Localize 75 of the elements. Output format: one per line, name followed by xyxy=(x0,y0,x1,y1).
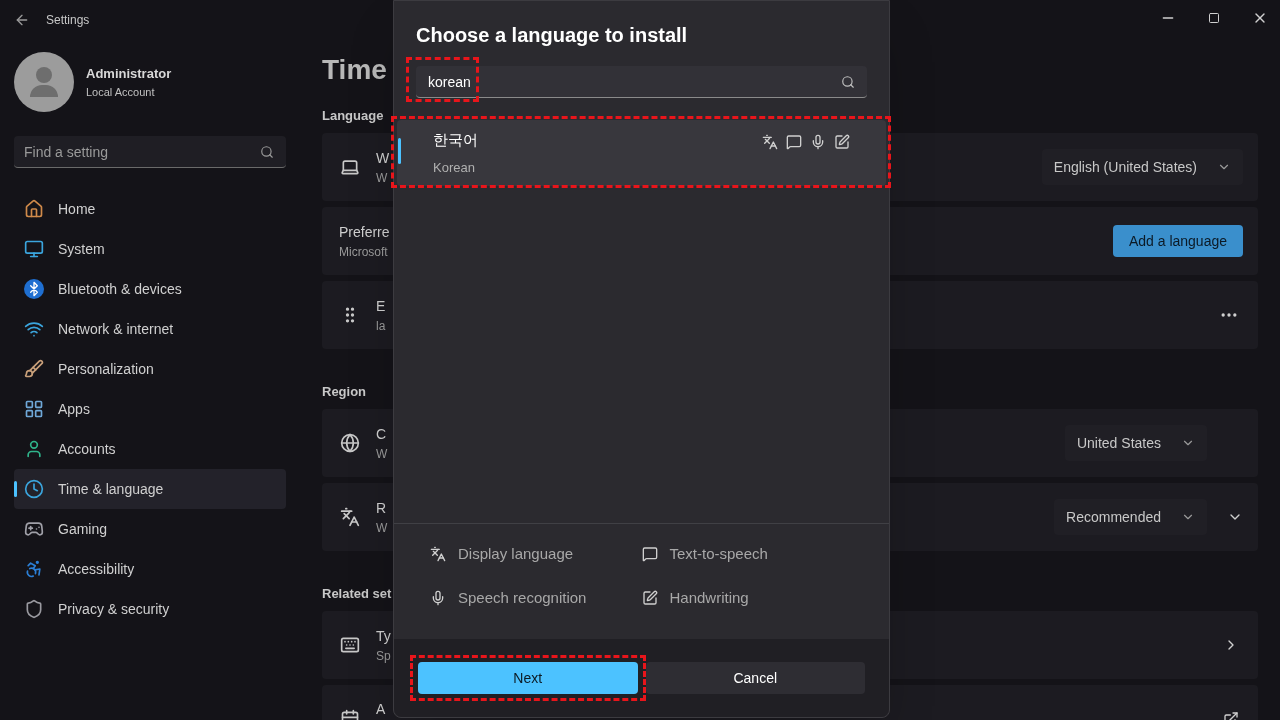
card-title: R xyxy=(376,498,388,518)
shield-icon xyxy=(24,599,44,619)
grid-icon xyxy=(24,399,44,419)
accessibility-icon xyxy=(24,559,44,579)
bluetooth-icon xyxy=(24,279,44,299)
microphone-icon xyxy=(810,134,826,150)
globe-icon xyxy=(340,433,360,453)
card-subtitle: Sp xyxy=(376,647,392,665)
search-field[interactable]: Find a setting xyxy=(14,136,286,168)
next-button[interactable]: Next xyxy=(418,662,638,694)
account-type: Local Account xyxy=(86,84,156,100)
nav-item[interactable]: Bluetooth & devices xyxy=(14,269,286,309)
add-language-button[interactable]: Add a language xyxy=(1112,225,1243,257)
nav-item[interactable]: Time & language xyxy=(14,469,286,509)
house-icon xyxy=(24,199,44,219)
language-search-field[interactable]: korean xyxy=(416,66,867,98)
card-title: A xyxy=(376,700,387,719)
feature-label: Handwriting xyxy=(669,587,749,608)
card-title: Preferre xyxy=(339,222,391,242)
monitor-icon xyxy=(24,239,44,259)
language-english-name: Korean xyxy=(433,158,476,177)
section-heading: Related set xyxy=(322,585,392,603)
section-heading: Region xyxy=(322,383,367,401)
keyboard-icon xyxy=(340,635,360,655)
card-subtitle: Microsoft xyxy=(339,243,389,261)
gamepad-icon xyxy=(24,519,44,539)
card-title: C xyxy=(376,424,388,444)
page-title: Time xyxy=(322,53,387,87)
card-subtitle: W xyxy=(376,445,389,463)
language-name: 한국어 xyxy=(433,130,478,150)
back-icon[interactable] xyxy=(14,12,30,28)
clock-icon xyxy=(24,479,44,499)
language-icon xyxy=(340,507,360,527)
profile-name: Administrator xyxy=(86,65,172,83)
nav-item[interactable]: Privacy & security xyxy=(14,589,286,629)
nav-item[interactable]: Accounts xyxy=(14,429,286,469)
window-title: Settings xyxy=(46,12,90,29)
avatar xyxy=(14,52,74,112)
card-subtitle: W xyxy=(376,519,389,537)
search-icon[interactable] xyxy=(841,75,855,89)
nav-item[interactable]: Personalization xyxy=(14,349,286,389)
language-result[interactable]: 한국어 Korean xyxy=(397,120,886,186)
card-title: Ty xyxy=(376,626,392,646)
laptop-icon xyxy=(340,157,360,177)
microphone-icon xyxy=(430,590,446,606)
dropdown[interactable]: English (United States) xyxy=(1041,149,1243,185)
dropdown[interactable]: Recommended xyxy=(1054,499,1207,535)
dropdown[interactable]: United States xyxy=(1064,425,1207,461)
card-subtitle: la xyxy=(376,317,387,335)
feature-label: Speech recognition xyxy=(458,587,587,608)
feature-label: Text-to-speech xyxy=(669,543,768,564)
pen-icon xyxy=(834,134,850,150)
brush-icon xyxy=(24,359,44,379)
person-icon xyxy=(24,439,44,459)
nav-item[interactable]: System xyxy=(14,229,286,269)
display-language-icon xyxy=(762,134,778,150)
nav-item[interactable]: Home xyxy=(14,189,286,229)
card-subtitle: W xyxy=(376,169,389,187)
cancel-button[interactable]: Cancel xyxy=(645,662,865,694)
nav-item[interactable]: Apps xyxy=(14,389,286,429)
display-language-icon xyxy=(430,546,446,562)
nav-item[interactable]: Gaming xyxy=(14,509,286,549)
feature-label: Display language xyxy=(458,543,574,564)
card-title: W xyxy=(376,148,391,168)
speech-bubble-icon xyxy=(786,134,802,150)
nav-item[interactable]: Network & internet xyxy=(14,309,286,349)
section-heading: Language xyxy=(322,107,384,125)
maximize-icon[interactable] xyxy=(1208,12,1220,24)
search-icon[interactable] xyxy=(260,145,274,159)
speech-bubble-icon xyxy=(641,546,658,562)
nav-item[interactable]: Accessibility xyxy=(14,549,286,589)
pen-icon xyxy=(641,590,658,606)
card-title: E xyxy=(376,296,387,316)
dialog-title: Choose a language to install xyxy=(416,23,689,48)
wifi-icon xyxy=(24,319,44,339)
